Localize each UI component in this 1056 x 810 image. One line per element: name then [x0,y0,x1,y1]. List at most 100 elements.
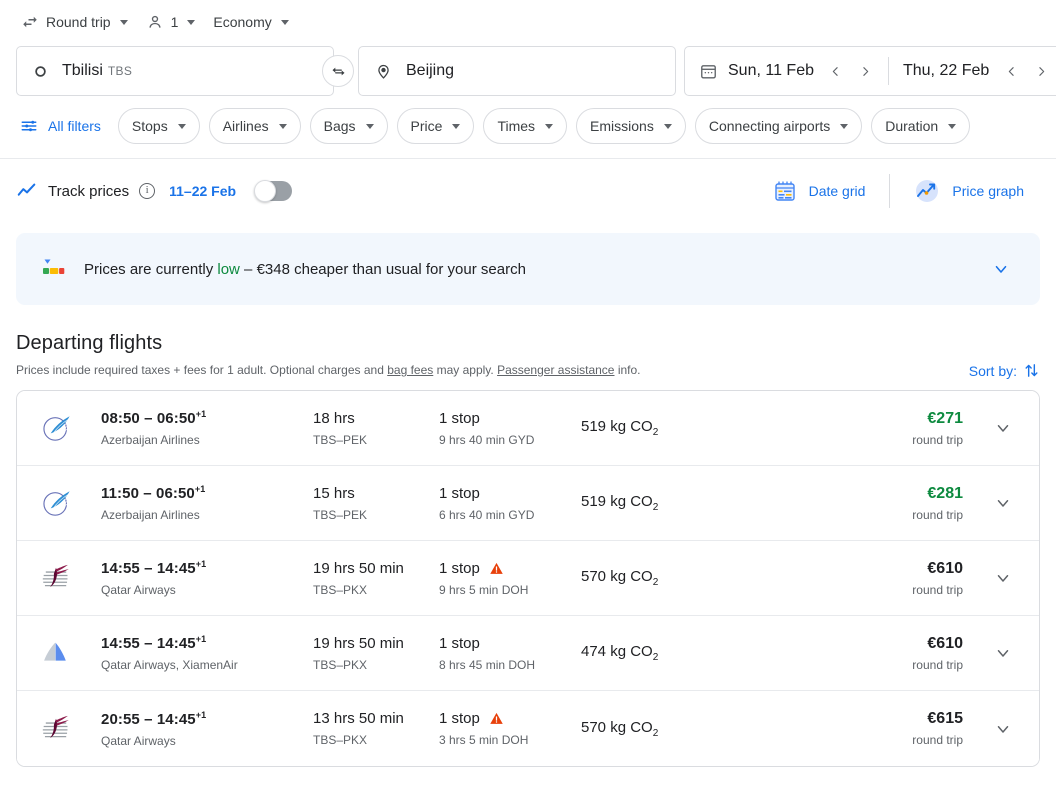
track-prices-toggle[interactable] [254,180,293,202]
expand-cell [983,713,1023,745]
swap-horiz-icon [21,13,39,31]
divider [889,174,891,208]
departure-date-next-button[interactable] [852,57,880,85]
cabin-class-selector[interactable]: Economy [206,6,295,38]
return-date-prev-button[interactable] [997,57,1025,85]
airline-logo-cell [39,636,101,670]
sort-by-button[interactable]: Sort by: [969,362,1040,379]
flight-stops-cell: 1 stop 9 hrs 40 min GYD [439,410,581,447]
chevron-down-icon [948,123,957,129]
info-icon[interactable]: i [139,183,156,199]
flight-stops-cell: 1 stop 9 hrs 5 min DOH [439,560,581,597]
chevron-down-icon [840,123,849,129]
date-grid-icon [773,179,797,203]
co2-emissions: 570 kg CO2 [581,719,658,739]
return-date-group: Thu, 22 Feb [897,57,1055,85]
price-insight-banner[interactable]: Prices are currently low – €348 cheaper … [16,233,1040,305]
expand-flight-button[interactable] [987,487,1019,519]
stops-count: 1 stop [439,484,480,502]
flight-duration: 19 hrs 50 min [313,559,404,577]
co2-emissions: 570 kg CO2 [581,568,658,588]
expand-cell [983,487,1023,519]
filter-chip-duration[interactable]: Duration [871,108,971,144]
expand-cell [983,637,1023,669]
insight-highlight: low [217,260,240,278]
origin-input[interactable]: Tbilisi TBS [16,46,334,96]
date-grid-button[interactable]: Date grid [757,171,882,211]
table-row[interactable]: 11:50 – 06:50+1 Azerbaijan Airlines 15 h… [17,466,1039,541]
filter-chip-label: Times [497,118,536,134]
table-row[interactable]: 20:55 – 14:45+1 Qatar Airways 13 hrs 50 … [17,691,1039,766]
return-date-next-button[interactable] [1027,57,1055,85]
stops-line: 1 stop [439,485,581,502]
places-group: Tbilisi TBS Beijing [16,46,676,96]
flight-price: €610 [927,559,963,577]
price-graph-icon [914,178,940,204]
co2-subscript: 2 [652,502,659,513]
passenger-count-selector[interactable]: 1 [139,6,203,38]
flight-times: 08:50 – 06:50+1 [101,409,313,427]
price-disclaimer: Prices include required taxes + fees for… [16,363,1040,377]
table-row[interactable]: 08:50 – 06:50+1 Azerbaijan Airlines 18 h… [17,391,1039,466]
filter-chip-airlines[interactable]: Airlines [208,108,301,144]
table-row[interactable]: 14:55 – 14:45+1 Qatar Airways 19 hrs 50 … [17,541,1039,616]
airline-logo-cell [39,561,101,595]
cabin-class-label: Economy [213,14,272,30]
airline-name: Qatar Airways, XiamenAir [101,658,238,672]
person-icon [146,13,164,31]
filter-chip-stops[interactable]: Stops [117,108,200,144]
warning-icon[interactable] [489,711,504,726]
emissions-cell: 474 kg CO2 [581,643,771,663]
departure-date-prev-button[interactable] [822,57,850,85]
chevron-down-icon [452,123,461,129]
warning-icon[interactable] [489,561,504,576]
co2-value: 519 kg CO [581,493,653,510]
layover-info: 3 hrs 5 min DOH [439,733,529,747]
airline-name: Azerbaijan Airlines [101,433,200,447]
tune-icon [20,117,38,135]
filter-chip-bags[interactable]: Bags [309,108,388,144]
stops-count: 1 stop [439,409,480,427]
trip-type-selector[interactable]: Round trip [14,6,135,38]
co2-emissions: 519 kg CO2 [581,418,659,438]
swap-origin-destination-button[interactable] [322,55,354,87]
airline-logo-cell [39,712,101,746]
return-date[interactable]: Thu, 22 Feb [897,62,995,80]
departure-date[interactable]: Sun, 11 Feb [722,62,820,80]
flight-duration: 13 hrs 50 min [313,710,404,727]
trip-type-label: Round trip [46,14,111,30]
filter-chip-times[interactable]: Times [483,108,568,144]
co2-subscript: 2 [652,427,659,438]
airline-name: Qatar Airways [101,583,176,597]
expand-flight-button[interactable] [987,412,1019,444]
filter-chip-label: Duration [885,118,939,134]
price-graph-label: Price graph [952,183,1024,199]
expand-flight-button[interactable] [987,713,1019,745]
passenger-count-label: 1 [170,14,179,30]
flight-stops-cell: 1 stop 8 hrs 45 min DOH [439,635,581,672]
bag-fees-link[interactable]: bag fees [387,363,433,377]
chevron-down-icon [278,123,287,129]
filter-chip-connecting-airports[interactable]: Connecting airports [694,108,863,144]
banner-expand-button[interactable] [984,252,1018,286]
price-graph-button[interactable]: Price graph [898,170,1040,212]
expand-flight-button[interactable] [987,637,1019,669]
day-offset: +1 [195,634,207,644]
expand-flight-button[interactable] [987,562,1019,594]
map-pin-icon [375,63,392,80]
destination-input[interactable]: Beijing [358,46,676,96]
all-filters-button[interactable]: All filters [16,108,109,144]
price-note: round trip [912,657,963,672]
trip-options-bar: Round trip 1 Economy [0,0,1056,44]
flight-times-text: 14:55 – 14:45 [101,560,196,577]
filter-chip-emissions[interactable]: Emissions [576,108,686,144]
qatar-airways-logo [39,561,73,595]
passenger-assistance-link[interactable]: Passenger assistance [497,363,614,377]
table-row[interactable]: 14:55 – 14:45+1 Qatar Airways, XiamenAir… [17,616,1039,691]
flight-duration-cell: 19 hrs 50 min TBS–PKX [313,560,439,597]
day-offset: +1 [195,559,207,569]
filter-chip-price[interactable]: Price [396,108,475,144]
chevron-down-icon [177,123,186,129]
flight-times-text: 14:55 – 14:45 [101,635,196,652]
track-prices-date-range[interactable]: 11–22 Feb [169,183,236,199]
